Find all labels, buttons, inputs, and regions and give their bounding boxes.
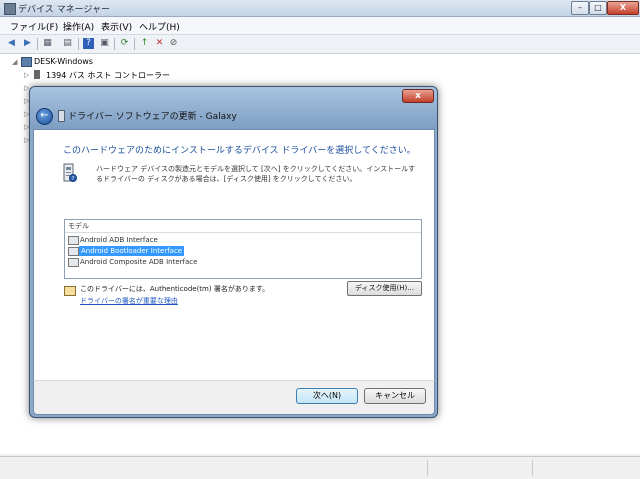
model-label: Android Bootloader Interface — [79, 246, 185, 256]
toolbar-separator — [134, 38, 135, 50]
signed-certificate-icon — [64, 286, 76, 296]
back-icon[interactable]: ◀ — [6, 38, 17, 49]
driver-icon — [68, 258, 79, 267]
svg-text:?: ? — [72, 176, 75, 182]
dialog-body: このハードウェアのためにインストールするデバイス ドライバーを選択してください。… — [33, 129, 435, 381]
expand-arrow-icon[interactable]: ▷ — [24, 71, 29, 79]
toolbar: ◀ ▶ ▦ ▤ ? ▣ ⟳ ↑ ✕ ⊘ — [0, 35, 640, 54]
status-divider — [427, 460, 428, 476]
dialog-description: ハードウェア デバイスの製造元とモデルを選択して [次へ] をクリックしてくださ… — [96, 165, 416, 183]
update-driver-icon[interactable]: ↑ — [139, 38, 150, 49]
model-label: Android Composite ADB Interface — [80, 258, 198, 266]
driver-icon — [68, 236, 79, 245]
device-manager-icon — [4, 3, 16, 15]
menu-action[interactable]: 操作(A) — [63, 20, 94, 33]
model-list-header: モデル — [65, 220, 421, 233]
properties-view-icon[interactable]: ▦ — [42, 38, 53, 49]
signature-status-text: このドライバーには、Authenticode(tm) 署名があります。 — [80, 285, 270, 293]
model-list-item[interactable]: Android Composite ADB Interface — [67, 257, 419, 267]
list-view-icon[interactable]: ▤ — [62, 38, 73, 49]
computer-icon — [21, 57, 32, 67]
dialog-heading: このハードウェアのためにインストールするデバイス ドライバーを選択してください。 — [63, 146, 416, 156]
usb-plug-icon — [34, 70, 40, 79]
toolbar-separator — [78, 38, 79, 50]
device-icon — [58, 110, 65, 122]
uninstall-icon[interactable]: ✕ — [154, 38, 165, 49]
signature-info-link[interactable]: ドライバーの署名が重要な理由 — [80, 296, 178, 306]
maximize-button[interactable]: □ — [589, 1, 607, 15]
hardware-device-icon: ? — [63, 163, 77, 182]
grid-view-icon[interactable]: ▣ — [99, 38, 110, 49]
title-bar: デバイス マネージャー – □ X — [0, 0, 640, 17]
menu-file[interactable]: ファイル(F) — [10, 20, 58, 33]
minimize-button[interactable]: – — [571, 1, 589, 15]
menu-help[interactable]: ヘルプ(H) — [139, 20, 180, 33]
tree-root-label[interactable]: DESK-Windows — [34, 57, 93, 66]
toolbar-separator — [37, 38, 38, 50]
scan-hardware-icon[interactable]: ⟳ — [119, 38, 130, 49]
cancel-button[interactable]: キャンセル — [364, 388, 426, 404]
driver-icon — [68, 247, 79, 256]
menu-bar: ファイル(F) 操作(A) 表示(V) ヘルプ(H) — [0, 17, 640, 35]
disable-device-icon[interactable]: ⊘ — [168, 38, 179, 49]
update-driver-dialog: x ← ドライバー ソフトウェアの更新 - Galaxy このハードウェアのため… — [29, 86, 438, 418]
model-column-header: モデル — [68, 222, 89, 230]
forward-icon[interactable]: ▶ — [22, 38, 33, 49]
dialog-footer: 次へ(N) キャンセル — [33, 380, 435, 415]
dialog-title: ドライバー ソフトウェアの更新 - Galaxy — [68, 112, 237, 122]
menu-view[interactable]: 表示(V) — [101, 20, 132, 33]
status-divider — [532, 460, 533, 476]
tree-item-1394[interactable]: 1394 バス ホスト コントローラー — [46, 70, 170, 81]
dialog-close-button[interactable]: x — [402, 89, 434, 103]
back-arrow-icon[interactable]: ← — [36, 108, 53, 125]
model-label: Android ADB Interface — [80, 236, 158, 244]
help-icon[interactable]: ? — [83, 38, 94, 49]
model-list-item-selected[interactable]: Android Bootloader Interface — [67, 246, 419, 256]
toolbar-separator — [114, 38, 115, 50]
collapse-arrow-icon[interactable]: ◢ — [12, 58, 17, 66]
next-button[interactable]: 次へ(N) — [296, 388, 358, 404]
window-title: デバイス マネージャー — [18, 5, 110, 15]
model-listbox[interactable]: モデル Android ADB Interface Android Bootlo… — [64, 219, 422, 279]
status-bar — [0, 456, 640, 479]
dialog-title-area: x ← ドライバー ソフトウェアの更新 - Galaxy — [30, 87, 437, 129]
close-button[interactable]: X — [607, 1, 639, 15]
have-disk-button[interactable]: ディスク使用(H)... — [347, 281, 422, 296]
model-list-item[interactable]: Android ADB Interface — [67, 235, 419, 245]
